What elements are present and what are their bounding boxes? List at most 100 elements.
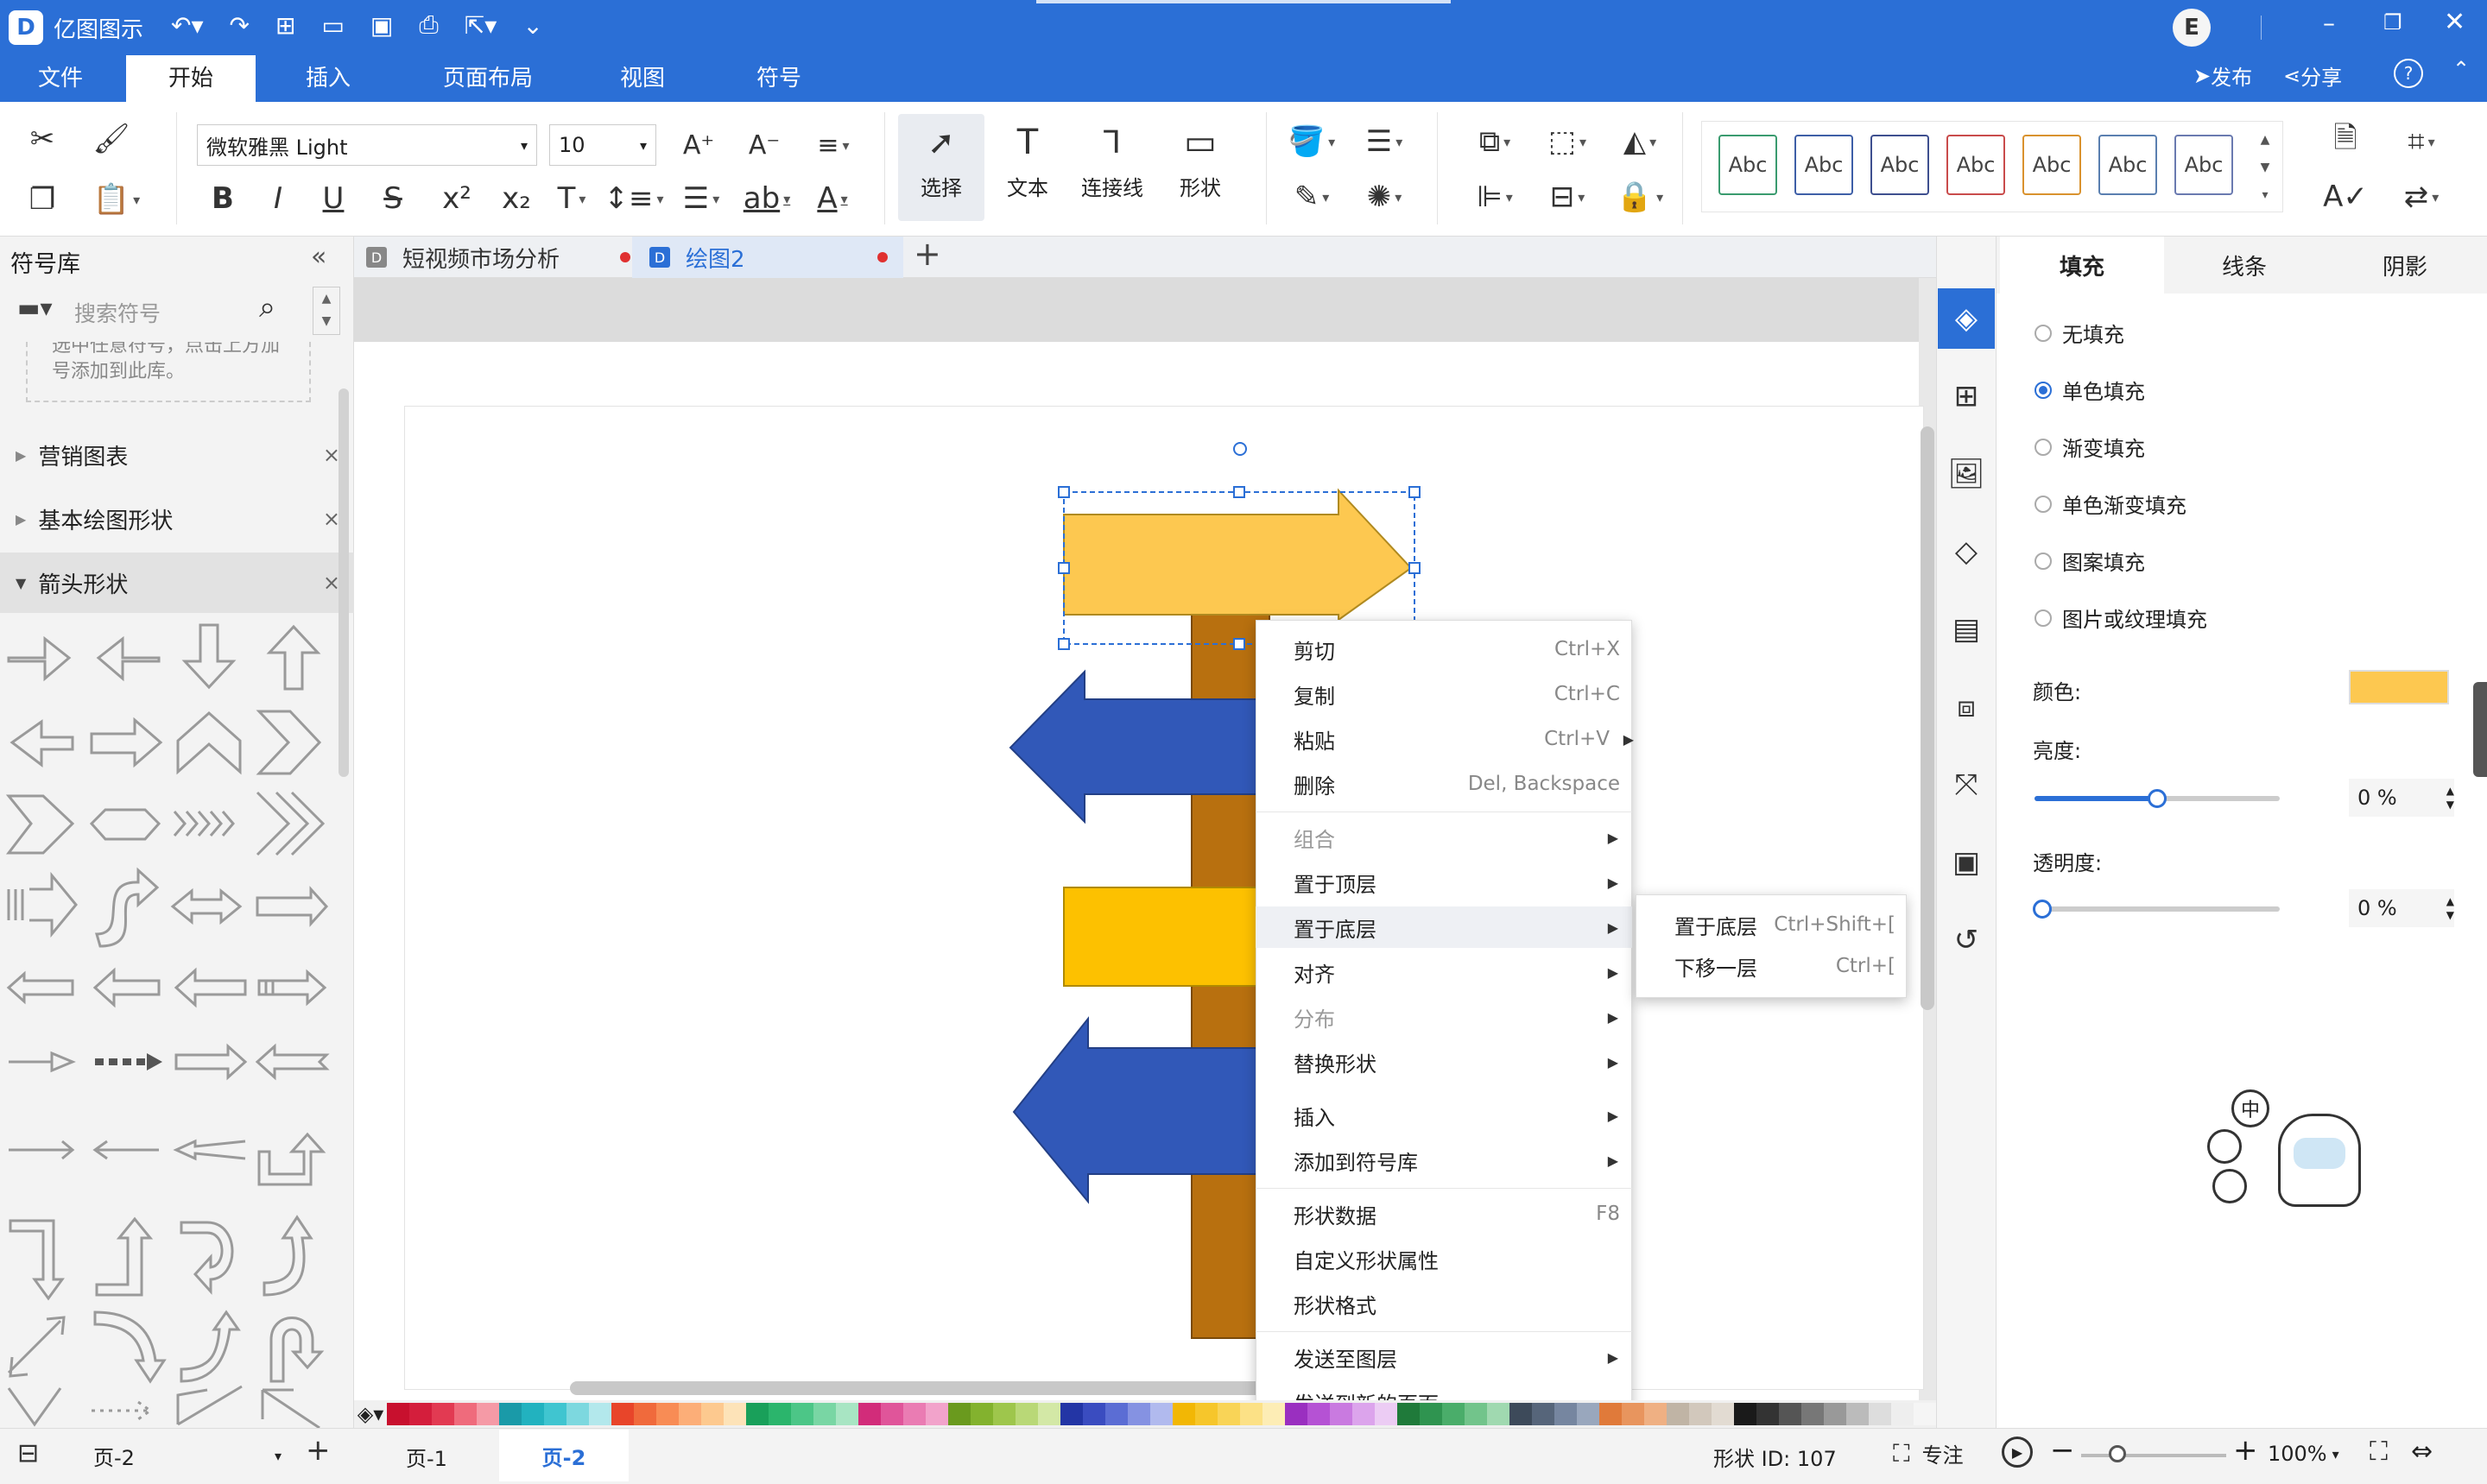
- resize-handle[interactable]: [1233, 486, 1245, 498]
- context-menu-item[interactable]: 添加到符号库 ▶: [1256, 1140, 1632, 1181]
- doc-tab-short-video[interactable]: D 短视频市场分析: [366, 237, 630, 278]
- style-swatch[interactable]: Abc: [1718, 135, 1777, 195]
- library-arrow-shapes[interactable]: ▼ 箭头形状 ×: [0, 553, 354, 613]
- connector-tool-button[interactable]: ⅂ 连接线: [1069, 114, 1155, 221]
- arrow-shape-diagonal[interactable]: [7, 1316, 66, 1378]
- rotate-handle[interactable]: [1233, 442, 1247, 456]
- context-menu-item[interactable]: 形状格式: [1256, 1283, 1632, 1324]
- arrow-shape-double-chevron[interactable]: [256, 791, 326, 856]
- palette-swatch[interactable]: [1465, 1403, 1487, 1425]
- signpost-top-arrow[interactable]: [1063, 488, 1413, 622]
- new-icon[interactable]: ⊞: [275, 11, 295, 40]
- palette-swatch[interactable]: [499, 1403, 522, 1425]
- resize-handle[interactable]: [1408, 486, 1421, 498]
- palette-swatch[interactable]: [1420, 1403, 1442, 1425]
- arrow-shape-dotted[interactable]: [9, 1051, 76, 1073]
- arrow-shape-pentagon[interactable]: [5, 794, 75, 855]
- palette-swatch[interactable]: [1891, 1403, 1914, 1425]
- line-spacing-icon[interactable]: ↕≡: [599, 181, 668, 216]
- presentation-panel-icon[interactable]: ▣: [1938, 832, 1995, 893]
- arrow-shape-right-long[interactable]: [256, 886, 329, 927]
- page-tab-2[interactable]: 页-2: [499, 1430, 629, 1481]
- palette-swatch[interactable]: [1240, 1403, 1262, 1425]
- palette-swatch[interactable]: [1779, 1403, 1801, 1425]
- underline-icon[interactable]: U: [306, 181, 361, 216]
- submenu-send-to-back[interactable]: 置于底层 Ctrl+Shift+[: [1636, 904, 1908, 945]
- fit-width-icon[interactable]: ⇔: [2411, 1437, 2433, 1467]
- arrow-shape-down[interactable]: [181, 623, 237, 690]
- fill-option-picture[interactable]: 图片或纹理填充: [2035, 603, 2207, 633]
- arrow-shape-left-outline[interactable]: [174, 967, 247, 1008]
- arrow-shape-corner-right[interactable]: [261, 1388, 320, 1428]
- collapse-ribbon-icon[interactable]: ⌃: [2452, 57, 2470, 81]
- palette-swatch[interactable]: [1667, 1403, 1689, 1425]
- palette-swatch[interactable]: [1442, 1403, 1465, 1425]
- arrow-shape-hexagon[interactable]: [89, 808, 161, 841]
- font-size-select[interactable]: 10 ▾: [549, 124, 656, 166]
- page-panel-icon[interactable]: ▤: [1938, 599, 1995, 660]
- style-swatch[interactable]: Abc: [1794, 135, 1853, 195]
- cut-icon[interactable]: ✂: [21, 117, 64, 161]
- tab-home[interactable]: 开始: [126, 55, 256, 102]
- palette-swatch[interactable]: [791, 1403, 813, 1425]
- arrow-shape-curve-right[interactable]: [93, 1310, 167, 1384]
- context-menu-item[interactable]: 形状数据 F8: [1256, 1193, 1632, 1235]
- size-icon[interactable]: ⬚: [1537, 121, 1598, 162]
- palette-swatch[interactable]: [948, 1403, 971, 1425]
- paste-icon[interactable]: 📋: [86, 178, 147, 221]
- palette-swatch[interactable]: [544, 1403, 566, 1425]
- context-menu-item[interactable]: 替换形状 ▶: [1256, 1041, 1632, 1083]
- lock-icon[interactable]: 🔒: [1610, 176, 1670, 218]
- fill-option-none[interactable]: 无填充: [2035, 318, 2124, 348]
- arrow-shape-turn-down[interactable]: [9, 1219, 65, 1301]
- close-library-icon[interactable]: ×: [323, 507, 340, 531]
- brightness-slider-thumb[interactable]: [2148, 789, 2167, 808]
- palette-swatch[interactable]: [1824, 1403, 1846, 1425]
- resize-handle[interactable]: [1233, 638, 1245, 650]
- play-icon[interactable]: ▶: [2002, 1437, 2033, 1468]
- context-menu-item[interactable]: 发送至图层 ▶: [1256, 1336, 1632, 1378]
- tab-shadow[interactable]: 阴影: [2323, 237, 2487, 294]
- arrow-shape-hairpin[interactable]: [269, 1317, 325, 1383]
- context-menu-item[interactable]: 剪切 Ctrl+X: [1256, 628, 1632, 670]
- library-basic-shapes[interactable]: ▶ 基本绘图形状 ×: [0, 489, 354, 549]
- palette-swatch[interactable]: [1173, 1403, 1195, 1425]
- context-menu-item[interactable]: 插入 ▶: [1256, 1095, 1632, 1136]
- italic-icon[interactable]: I: [250, 181, 306, 216]
- subscript-icon[interactable]: x₂: [489, 181, 544, 216]
- page-select[interactable]: 页-2 ▾: [86, 1437, 282, 1475]
- palette-swatch[interactable]: [813, 1403, 836, 1425]
- arrow-shape-curved[interactable]: [95, 867, 160, 948]
- undo-icon[interactable]: ↶▾: [171, 11, 204, 40]
- arrow-shape-right-block[interactable]: [90, 717, 163, 768]
- palette-swatch[interactable]: [746, 1403, 769, 1425]
- palette-swatch[interactable]: [858, 1403, 881, 1425]
- doc-tab-drawing2[interactable]: D 绘图2: [632, 237, 903, 278]
- search-input[interactable]: 搜索符号: [74, 297, 247, 328]
- palette-swatch[interactable]: [701, 1403, 724, 1425]
- align-objects-icon[interactable]: ⊫: [1465, 176, 1525, 218]
- palette-fill-icon[interactable]: ◈▾: [354, 1402, 387, 1426]
- palette-swatch[interactable]: [971, 1403, 993, 1425]
- context-menu-item[interactable]: 置于顶层 ▶: [1256, 862, 1632, 903]
- arrow-shape-dot-arrow[interactable]: [92, 1400, 153, 1421]
- palette-swatch[interactable]: [881, 1403, 903, 1425]
- arrow-shape-left-right[interactable]: [170, 887, 243, 925]
- format-painter-icon[interactable]: 🖌: [90, 117, 133, 161]
- vertical-scrollbar[interactable]: [1921, 426, 1934, 1010]
- palette-swatch[interactable]: [1195, 1403, 1218, 1425]
- transparency-slider-track[interactable]: [2035, 906, 2280, 912]
- tab-page-layout[interactable]: 页面布局: [432, 55, 544, 102]
- palette-swatch[interactable]: [993, 1403, 1016, 1425]
- palette-swatch[interactable]: [589, 1403, 611, 1425]
- replace-icon[interactable]: ⇄: [2389, 176, 2454, 218]
- minimize-icon[interactable]: –: [2323, 9, 2335, 37]
- tab-file[interactable]: 文件: [17, 55, 104, 102]
- arrow-shape-left-block[interactable]: [9, 719, 74, 768]
- collapse-panel-icon[interactable]: «: [311, 242, 326, 272]
- fill-panel-icon[interactable]: ◈: [1938, 288, 1995, 349]
- palette-swatch[interactable]: [1869, 1403, 1891, 1425]
- palette-swatch[interactable]: [1577, 1403, 1599, 1425]
- style-swatch[interactable]: Abc: [1870, 135, 1929, 195]
- palette-swatch[interactable]: [1150, 1403, 1173, 1425]
